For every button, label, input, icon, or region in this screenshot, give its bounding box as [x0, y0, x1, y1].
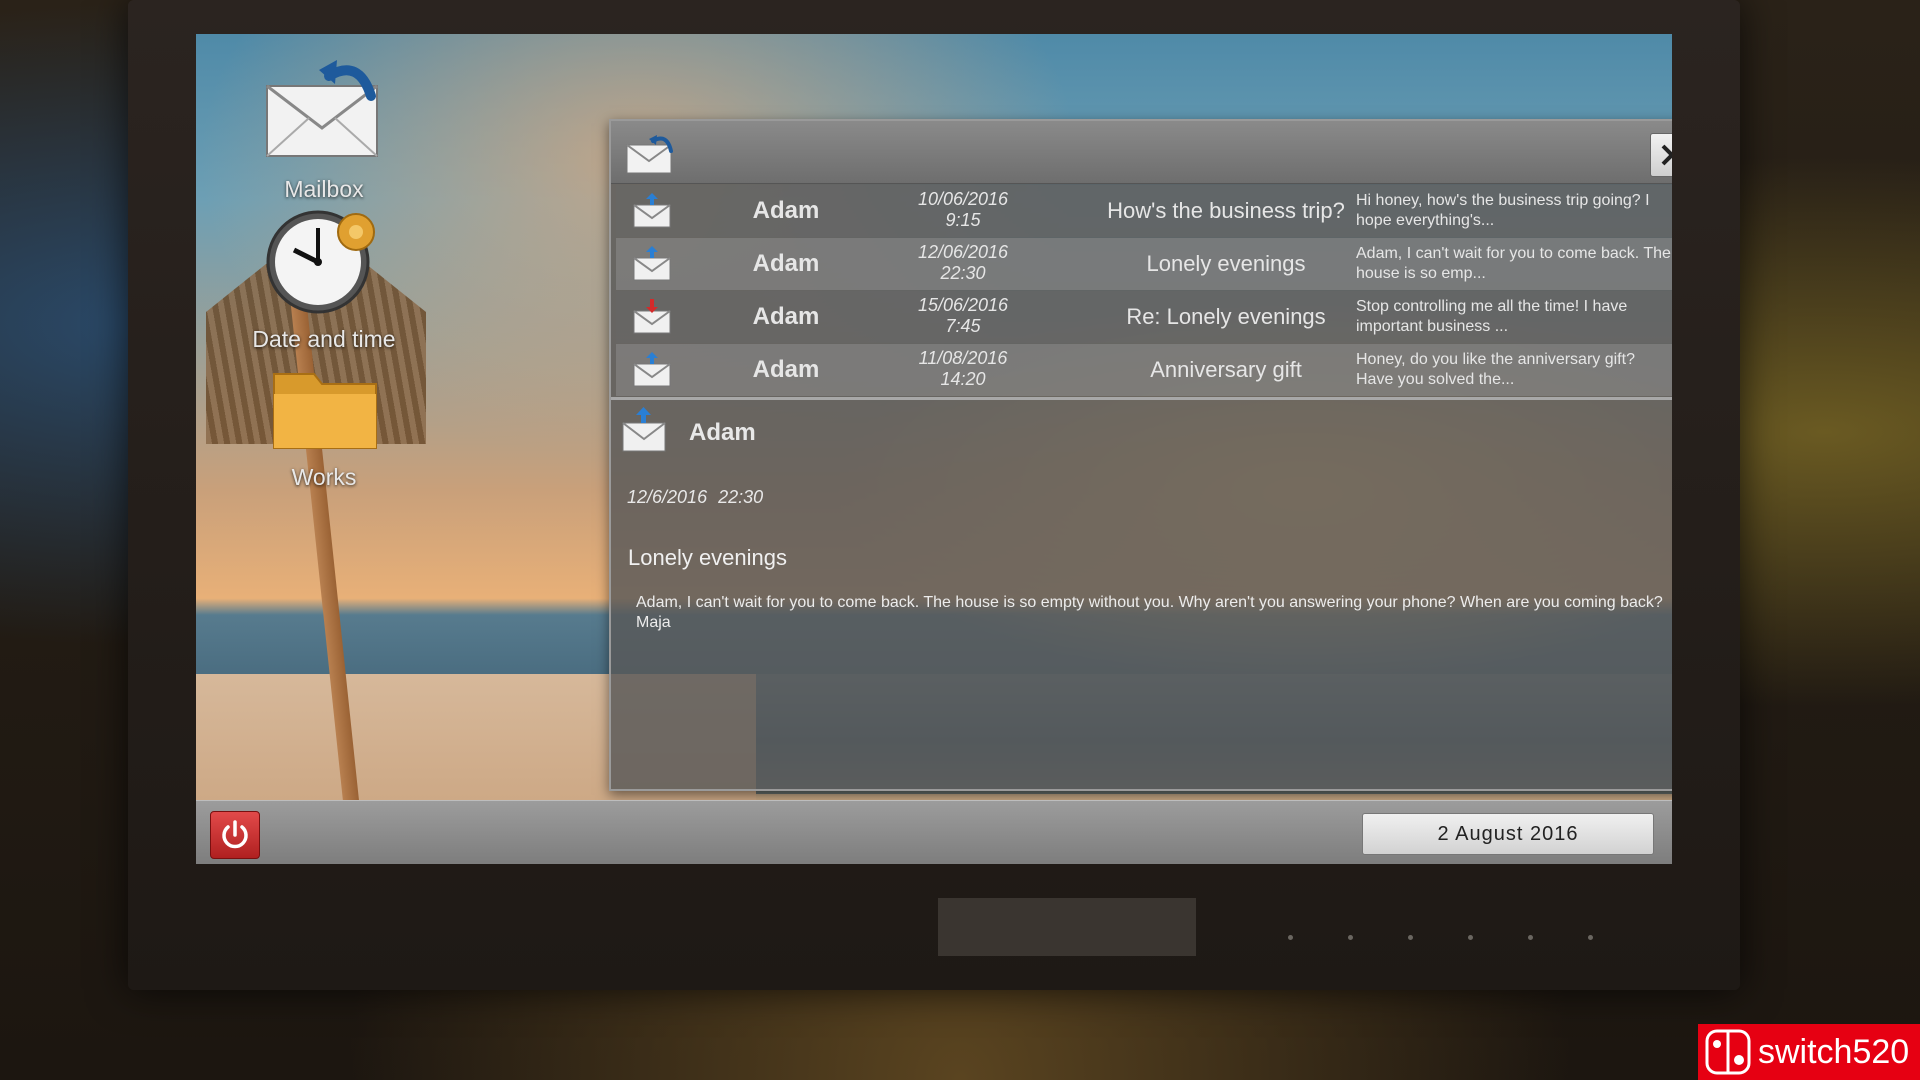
monitor-led	[1348, 935, 1353, 940]
taskbar-date: 2 August 2016	[1362, 813, 1654, 855]
close-button[interactable]	[1650, 133, 1672, 177]
message-subject: Lonely evenings	[1146, 251, 1306, 276]
monitor-power-led[interactable]	[1588, 935, 1593, 940]
watermark-text: switch520	[1758, 1032, 1910, 1071]
pane-divider	[611, 397, 1672, 400]
message-time: 9:15	[945, 210, 981, 230]
desktop-screen: Mailbox Date and time Works Adam 10/06/2…	[196, 34, 1672, 864]
desktop-icon-label: Works	[291, 464, 357, 490]
mail-window: Adam 10/06/2016 9:15 How's the business …	[609, 119, 1672, 791]
detail-body: Adam, I can't wait for you to come back.…	[636, 594, 1663, 631]
message-datetime: 10/06/2016 9:15	[888, 189, 1038, 231]
desktop-icon-mailbox[interactable]: Mailbox	[234, 56, 414, 203]
mailbox-icon	[266, 60, 378, 157]
detail-time: 22:30	[718, 487, 764, 507]
taskbar: 2 August 2016	[196, 800, 1672, 864]
message-subject: Anniversary gift	[1150, 357, 1302, 382]
desktop-icon-works[interactable]: Works	[234, 364, 414, 491]
message-row[interactable]: Adam 10/06/2016 9:15 How's the business …	[616, 185, 1672, 237]
folder-icon	[273, 373, 377, 449]
message-sender: Adam	[752, 197, 820, 224]
detail-sender: Adam	[689, 419, 756, 446]
message-datetime: 15/06/2016 7:45	[888, 295, 1038, 337]
switch-logo-icon	[1705, 1029, 1751, 1075]
message-preview: Adam, I can't wait for you to come back.…	[1356, 245, 1671, 282]
message-time: 22:30	[940, 263, 986, 283]
power-button[interactable]	[210, 811, 260, 859]
message-date: 12/06/2016	[917, 242, 1009, 262]
clock-icon	[266, 210, 375, 314]
message-preview: Honey, do you like the anniversary gift?…	[1356, 351, 1635, 388]
message-date: 11/08/2016	[918, 348, 1008, 368]
message-row[interactable]: Adam 11/08/2016 14:20 Anniversary gift H…	[616, 344, 1672, 396]
detail-subject: Lonely evenings	[628, 545, 788, 570]
message-sender: Adam	[752, 303, 820, 330]
message-time: 14:20	[940, 369, 986, 389]
message-date: 10/06/2016	[917, 189, 1009, 209]
incoming-mail-icon	[622, 407, 666, 452]
monitor-led	[1528, 935, 1533, 940]
incoming-mail-icon	[633, 352, 671, 387]
monitor-led	[1288, 935, 1293, 940]
monitor-slot	[938, 898, 1196, 956]
message-row-selected[interactable]: Adam 12/06/2016 22:30 Lonely evenings Ad…	[616, 238, 1672, 290]
message-subject: How's the business trip?	[1107, 198, 1345, 223]
message-sender: Adam	[752, 356, 820, 383]
message-preview: Stop controlling me all the time! I have…	[1356, 298, 1628, 335]
message-sender: Adam	[752, 250, 820, 277]
monitor-led	[1468, 935, 1473, 940]
desktop-icon-label: Date and time	[252, 326, 396, 352]
mail-window-titlebar[interactable]	[611, 121, 1672, 184]
message-date: 15/06/2016	[917, 295, 1009, 315]
mail-app-icon	[626, 135, 673, 174]
outgoing-mail-icon	[633, 299, 671, 334]
desktop-icon-date-time[interactable]: Date and time	[234, 206, 414, 353]
message-preview: Hi honey, how's the business trip going?…	[1356, 192, 1650, 229]
message-time: 7:45	[945, 316, 981, 336]
desktop-icon-label: Mailbox	[284, 176, 364, 202]
incoming-mail-icon	[633, 246, 671, 281]
message-datetime: 12/06/2016 22:30	[888, 242, 1038, 284]
message-subject: Re: Lonely evenings	[1126, 304, 1326, 329]
monitor-led	[1408, 935, 1413, 940]
close-icon	[1661, 144, 1672, 166]
detail-datetime: 12/6/2016 22:30	[627, 487, 763, 508]
detail-date: 12/6/2016	[627, 487, 708, 507]
message-row[interactable]: Adam 15/06/2016 7:45 Re: Lonely evenings…	[616, 291, 1672, 343]
power-icon	[222, 820, 248, 849]
message-list: Adam 10/06/2016 9:15 How's the business …	[616, 185, 1672, 397]
message-datetime: 11/08/2016 14:20	[888, 348, 1038, 390]
watermark: switch520	[1698, 1024, 1920, 1080]
incoming-mail-icon	[633, 193, 671, 228]
